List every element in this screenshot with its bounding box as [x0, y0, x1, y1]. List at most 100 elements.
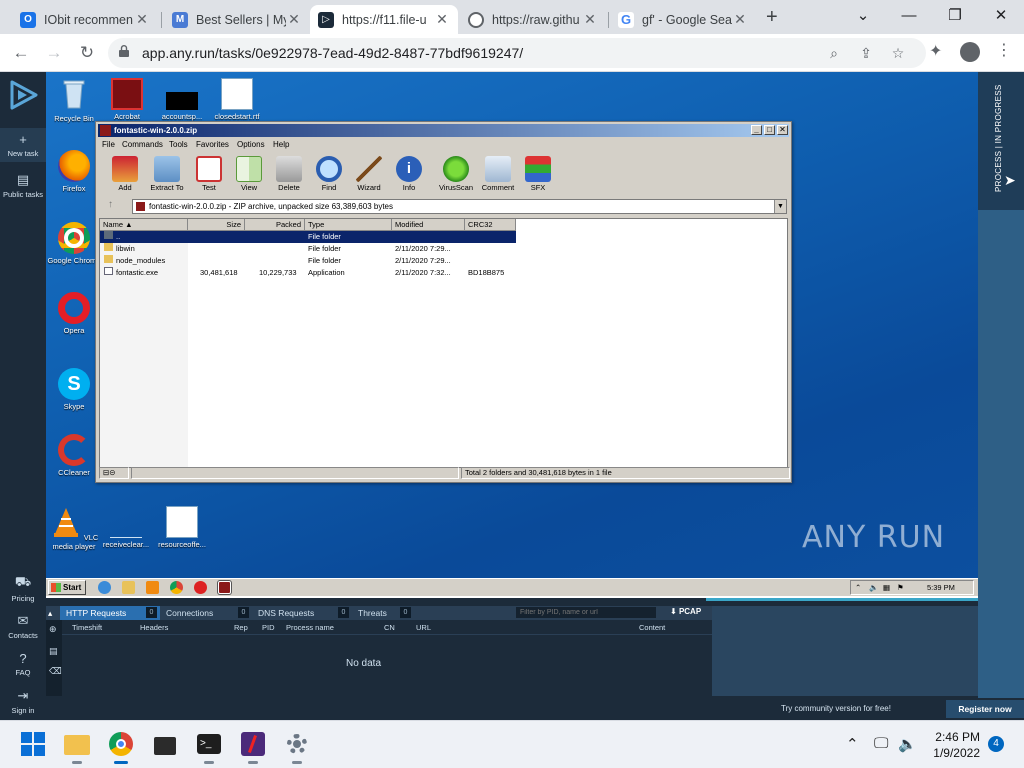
address-bar[interactable]: app.any.run/tasks/0e922978-7ead-49d2-848…: [108, 38, 926, 68]
comment-button[interactable]: Comment: [476, 156, 520, 192]
desktop-icon[interactable]: S Skype: [46, 368, 102, 411]
windows-start-icon[interactable]: [20, 731, 46, 757]
start-button[interactable]: Start: [48, 580, 86, 595]
desktop-icon[interactable]: CCleaner: [46, 434, 102, 477]
close-icon[interactable]: ✕: [134, 11, 150, 28]
media-icon[interactable]: [146, 581, 159, 594]
file-row[interactable]: fontastic.exe 30,481,618 10,229,733 Appl…: [100, 267, 516, 279]
extract-to-button[interactable]: Extract To: [145, 156, 189, 192]
settings-gear-icon[interactable]: [284, 731, 310, 764]
close-window-button[interactable]: ✕: [978, 2, 1024, 30]
reload-button[interactable]: ↻: [75, 41, 99, 65]
drive-icon[interactable]: ⊟⊝: [99, 467, 129, 479]
sidebar-item-sign-in[interactable]: ⇥ Sign in: [0, 688, 46, 715]
browser-tab[interactable]: M Best Sellers | My ✕: [164, 5, 310, 34]
tab-threats[interactable]: Threats 0: [352, 606, 414, 620]
desktop-icon[interactable]: Firefox: [46, 150, 102, 193]
close-icon[interactable]: ✕: [434, 11, 450, 28]
extensions-icon[interactable]: ✦: [929, 41, 942, 61]
sidebar-item-contacts[interactable]: ✉ Contacts: [0, 613, 46, 640]
up-folder-icon[interactable]: ↑: [108, 199, 113, 210]
desktop-icon[interactable]: Google Chrome: [46, 222, 102, 265]
column-header-crc32[interactable]: CRC32: [465, 219, 516, 231]
forward-button[interactable]: →: [42, 41, 66, 65]
anyrun-logo-icon[interactable]: [6, 78, 40, 112]
try-community-link[interactable]: Try community version for free!: [781, 704, 891, 713]
minimize-button[interactable]: _: [751, 125, 762, 135]
desktop-icon[interactable]: Acrobat: [99, 78, 155, 121]
volume-icon[interactable]: 🔈: [869, 581, 878, 594]
test-button[interactable]: Test: [187, 156, 231, 192]
column-header-name[interactable]: Name ▲: [100, 219, 188, 231]
maximize-button[interactable]: □: [764, 125, 775, 135]
new-tab-button[interactable]: +: [766, 6, 778, 29]
desktop-icon[interactable]: Opera: [46, 292, 102, 335]
bookmark-star-icon[interactable]: ☆: [888, 43, 908, 63]
delete-button[interactable]: Delete: [267, 156, 311, 192]
desktop-icon[interactable]: resourceoffe...: [154, 506, 210, 549]
security-icon[interactable]: [194, 581, 207, 594]
tab-connections[interactable]: Connections 0: [160, 606, 252, 620]
close-icon[interactable]: ✕: [732, 11, 748, 28]
share-icon[interactable]: ⇪: [856, 43, 876, 63]
column-header-modified[interactable]: Modified: [392, 219, 465, 231]
find-button[interactable]: Find: [307, 156, 351, 192]
explorer-icon[interactable]: [122, 581, 135, 594]
pcap-download-button[interactable]: ⬇ PCAP: [670, 607, 701, 616]
browser-tab[interactable]: G gf' - Google Sea ✕: [610, 5, 756, 34]
network-icon[interactable]: 🖵: [874, 735, 888, 752]
sfx-button[interactable]: SFX: [516, 156, 560, 192]
tray-overflow-chevron-icon[interactable]: ⌃: [846, 735, 859, 753]
winrar-taskbar-icon[interactable]: [218, 581, 231, 594]
terminal-icon[interactable]: >_: [196, 731, 222, 764]
menu-help[interactable]: Help: [273, 140, 289, 149]
wizard-button[interactable]: Wizard: [347, 156, 391, 192]
virusscan-button[interactable]: VirusScan: [434, 156, 478, 192]
desktop-icon[interactable]: receiveclear...: [98, 506, 154, 549]
desktop-icon[interactable]: Recycle Bin: [46, 78, 102, 123]
close-icon[interactable]: ✕: [286, 11, 302, 28]
chevron-down-icon[interactable]: ▼: [774, 200, 786, 213]
menu-kebab-icon[interactable]: ⋮: [996, 40, 1012, 60]
menu-tools[interactable]: Tools: [169, 140, 188, 149]
collapse-chevron-icon[interactable]: ▴: [46, 606, 56, 620]
winrar-titlebar[interactable]: fontastic-win-2.0.0.zip _ □ ✕: [98, 124, 789, 137]
close-button[interactable]: ✕: [777, 125, 788, 135]
chrome-icon[interactable]: [170, 581, 183, 594]
column-header-packed[interactable]: Packed: [245, 219, 305, 231]
tab-http-requests[interactable]: HTTP Requests 0: [60, 606, 160, 620]
store-icon[interactable]: [152, 731, 178, 757]
profile-avatar[interactable]: [960, 42, 980, 62]
add-button[interactable]: Add: [103, 156, 147, 192]
ie-icon[interactable]: [98, 581, 111, 594]
file-explorer-icon[interactable]: [64, 731, 90, 764]
browser-tab-active[interactable]: ▷ https://f11.file-u ✕: [310, 5, 458, 34]
desktop-icon[interactable]: closedstart.rtf: [209, 78, 265, 121]
desktop-icon[interactable]: VLC media player: [46, 506, 102, 551]
sidebar-item-public-tasks[interactable]: ▤ Public tasks: [0, 172, 46, 199]
column-header-type[interactable]: Type: [305, 219, 392, 231]
flag-icon[interactable]: ⚑: [897, 581, 904, 594]
sidebar-item-new-task[interactable]: + New task: [0, 128, 46, 162]
menu-favorites[interactable]: Favorites: [196, 140, 229, 149]
zoom-icon[interactable]: ⌕: [824, 43, 844, 63]
restore-button[interactable]: ❐: [932, 2, 978, 30]
trash-icon[interactable]: ⌫: [49, 666, 62, 676]
menu-options[interactable]: Options: [237, 140, 265, 149]
app-icon[interactable]: [240, 731, 266, 764]
minimize-button[interactable]: —: [886, 2, 932, 30]
archive-path-field[interactable]: fontastic-win-2.0.0.zip - ZIP archive, u…: [132, 199, 787, 214]
column-header-size[interactable]: Size: [188, 219, 245, 231]
menu-commands[interactable]: Commands: [122, 140, 163, 149]
tab-search-chevron-icon[interactable]: ⌄: [840, 2, 886, 30]
file-icon[interactable]: ▤: [49, 646, 59, 656]
network-icon[interactable]: ▦: [883, 581, 890, 594]
menu-file[interactable]: File: [102, 140, 115, 149]
network-filter-input[interactable]: [516, 607, 656, 618]
browser-tab[interactable]: O IObit recommen ✕: [12, 5, 158, 34]
volume-icon[interactable]: 🔈: [898, 735, 917, 753]
notification-badge[interactable]: 4: [988, 736, 1004, 752]
info-button[interactable]: i Info: [387, 156, 431, 192]
taskbar-clock[interactable]: 2:46 PM 1/9/2022: [920, 729, 980, 761]
tray-arrow-icon[interactable]: ⌃: [855, 581, 861, 594]
